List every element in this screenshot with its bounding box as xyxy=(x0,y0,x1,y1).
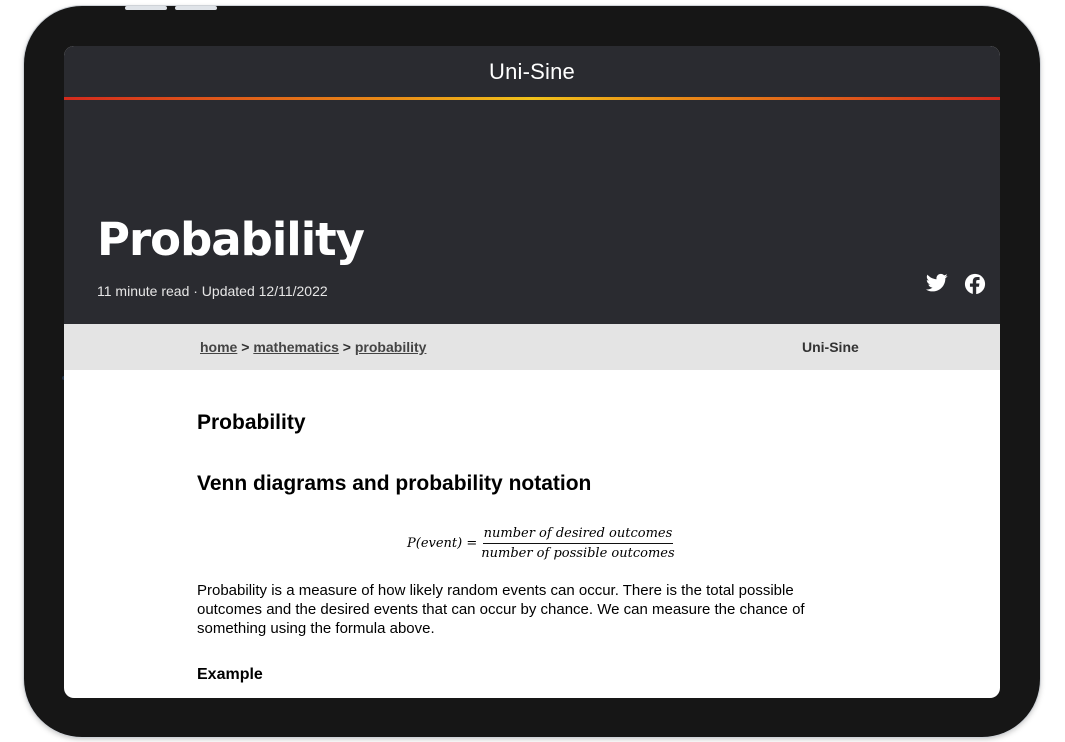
article-paragraph: Probability is a measure of how likely r… xyxy=(197,582,805,637)
example-heading: Example xyxy=(197,666,263,683)
formula-lhs: P(event) = xyxy=(407,536,478,551)
formula-fraction: number of desired outcomes number of pos… xyxy=(481,526,674,561)
power-button xyxy=(175,6,217,10)
subsection-heading: Venn diagrams and probability notation xyxy=(197,472,592,495)
formula-numerator: number of desired outcomes xyxy=(482,526,674,544)
probability-formula: P(event) = number of desired outcomes nu… xyxy=(407,526,675,561)
article-body-layer: Probability Venn diagrams and probabilit… xyxy=(64,46,1000,698)
section-heading: Probability xyxy=(197,411,306,434)
formula-denominator: number of possible outcomes xyxy=(481,546,675,561)
volume-button xyxy=(125,6,167,10)
